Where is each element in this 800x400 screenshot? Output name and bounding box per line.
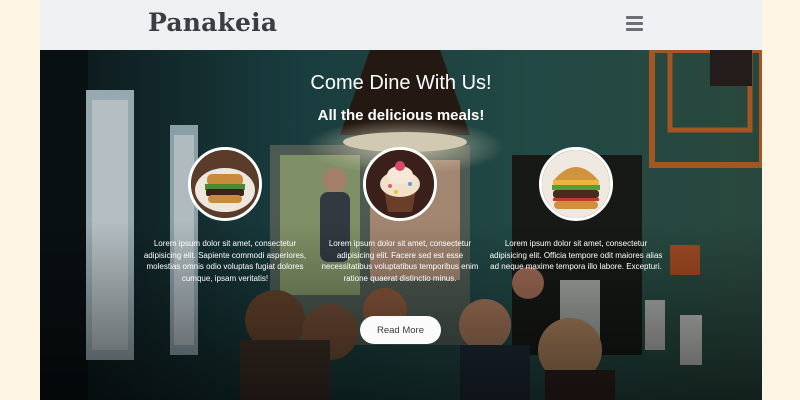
brand-logo[interactable]: Panakeia xyxy=(148,8,277,37)
feature-text: Lorem ipsum dolor sit amet, consectetur … xyxy=(321,239,479,283)
hamburger-menu-icon[interactable] xyxy=(625,14,645,34)
feature-card: Lorem ipsum dolor sit amet, consectetur … xyxy=(310,147,490,284)
hero-title: Come Dine With Us! xyxy=(310,72,492,94)
feature-text: Lorem ipsum dolor sit amet, consectetur … xyxy=(489,239,663,271)
cupcake-photo xyxy=(363,147,437,221)
feature-text: Lorem ipsum dolor sit amet, consectetur … xyxy=(143,239,307,283)
hero-section: Come Dine With Us! All the delicious mea… xyxy=(40,50,762,400)
burger-photo xyxy=(539,147,613,221)
page: Panakeia Come Dine With Us! All the deli… xyxy=(40,0,762,400)
navbar: Panakeia xyxy=(40,0,762,50)
read-more-button[interactable]: Read More xyxy=(360,316,441,344)
feature-card: Lorem ipsum dolor sit amet, consectetur … xyxy=(135,147,315,284)
feature-card: Lorem ipsum dolor sit amet, consectetur … xyxy=(486,147,666,273)
hero-subtitle: All the delicious meals! xyxy=(317,107,485,124)
burger-plate-photo xyxy=(188,147,262,221)
